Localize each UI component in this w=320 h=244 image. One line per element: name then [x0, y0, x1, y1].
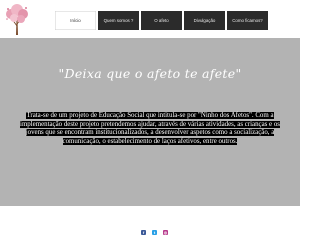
nav-item-divulgacao[interactable]: Divulgação	[184, 11, 225, 30]
nav-item-como-ficamos[interactable]: Como ficamos?	[227, 11, 268, 30]
hero-slogan: "Deixa que o afeto te afete"	[58, 66, 242, 81]
site-header: Início Quem somos ? O afeto Divulgação C…	[0, 0, 300, 38]
nav-item-quem-somos[interactable]: Quem somos ?	[98, 11, 139, 30]
main-nav: Início Quem somos ? O afeto Divulgação C…	[55, 11, 270, 30]
hero-description-text: Trata-se de um projeto de Educação Socia…	[20, 112, 280, 145]
nav-item-inicio[interactable]: Início	[55, 11, 96, 30]
twitter-icon[interactable]: t	[152, 230, 157, 235]
nav-item-o-afeto[interactable]: O afeto	[141, 11, 182, 30]
facebook-icon[interactable]: f	[141, 230, 146, 235]
instagram-icon[interactable]: ◎	[163, 230, 168, 235]
hero-description: Trata-se de um projeto de Educação Socia…	[14, 112, 286, 146]
social-links: f t ◎	[141, 230, 174, 235]
site-footer: f t ◎	[0, 206, 300, 244]
hero-section: "Deixa que o afeto te afete" Trata-se de…	[0, 38, 300, 206]
tree-logo-icon[interactable]	[4, 2, 30, 36]
